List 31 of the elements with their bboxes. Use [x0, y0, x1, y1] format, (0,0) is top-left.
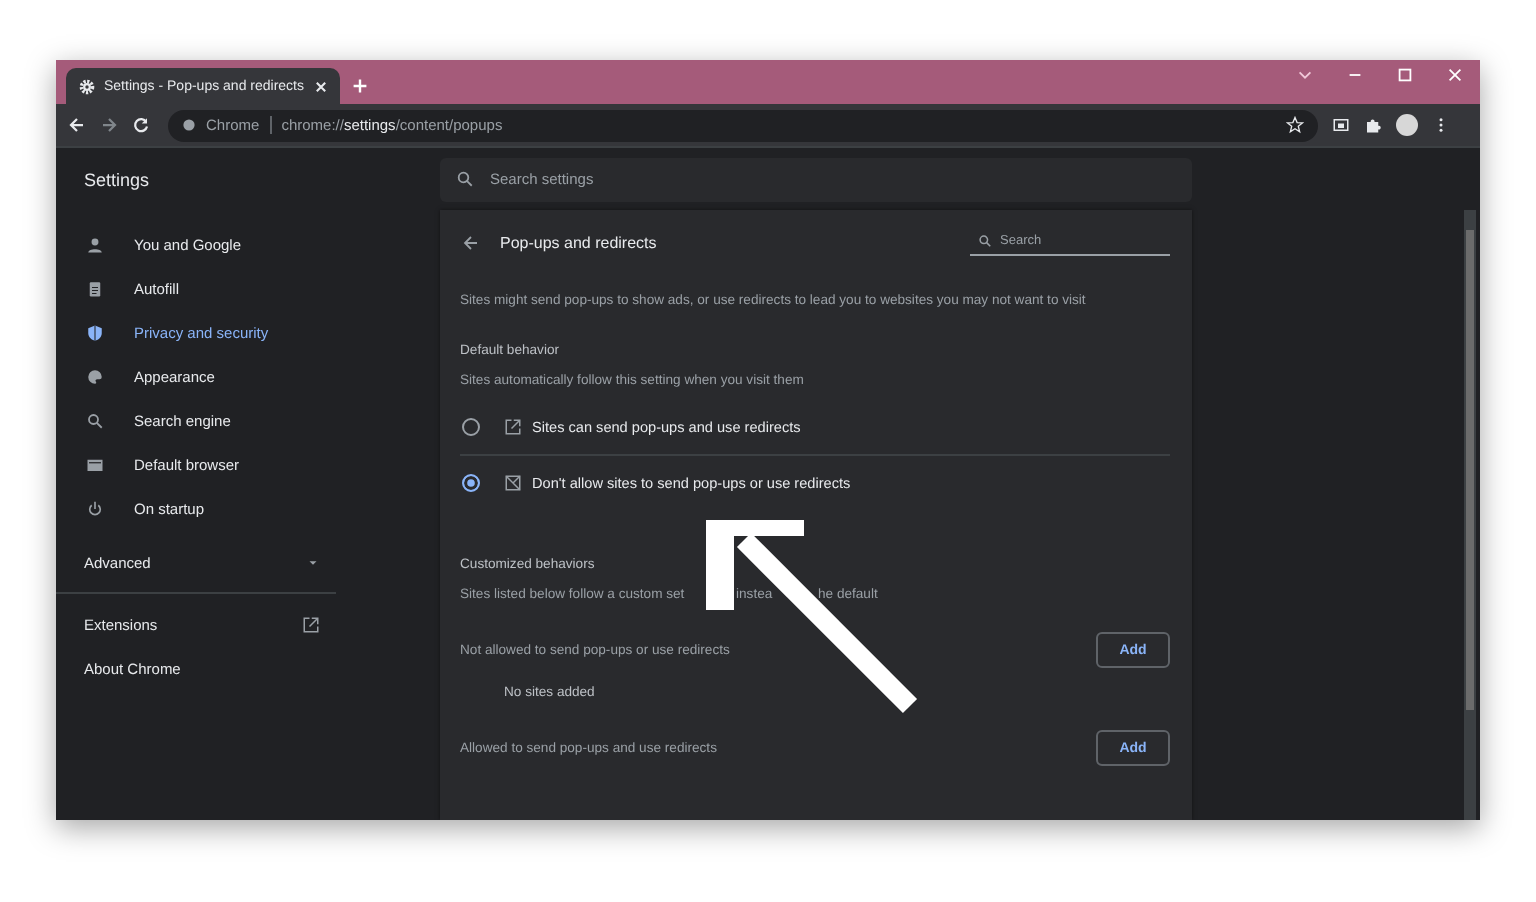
puzzle-icon[interactable] — [1364, 116, 1382, 134]
page-title: Pop-ups and redirects — [500, 233, 657, 251]
search-icon — [86, 411, 104, 429]
gear-icon — [78, 77, 96, 95]
clipboard-icon — [86, 279, 104, 297]
chevron-down-icon[interactable] — [1296, 66, 1314, 84]
external-link-icon — [504, 418, 522, 436]
star-icon[interactable] — [1286, 116, 1304, 134]
search-icon — [978, 234, 992, 248]
new-tab-icon[interactable] — [352, 78, 368, 94]
radio-button[interactable] — [462, 418, 480, 436]
power-icon — [86, 499, 104, 517]
shield-icon — [86, 323, 104, 341]
media-icon[interactable] — [1332, 116, 1350, 134]
globe-icon — [182, 118, 196, 132]
reload-icon[interactable] — [132, 116, 150, 134]
forward-icon[interactable] — [100, 116, 118, 134]
close-icon[interactable] — [314, 79, 328, 93]
scrollbar[interactable] — [1464, 210, 1476, 820]
palette-icon — [86, 367, 104, 385]
person-icon — [86, 235, 104, 253]
caret-icon[interactable] — [306, 555, 320, 569]
blocked-window-icon — [504, 474, 522, 492]
avatar-icon[interactable] — [1396, 114, 1418, 136]
browser-window-icon — [86, 455, 104, 473]
settings-title: Settings — [84, 169, 150, 189]
radio-button[interactable] — [462, 474, 480, 492]
search-icon — [456, 170, 474, 188]
maximize-icon[interactable] — [1396, 66, 1414, 84]
external-link-icon[interactable] — [302, 615, 320, 633]
back-icon[interactable] — [462, 233, 480, 251]
